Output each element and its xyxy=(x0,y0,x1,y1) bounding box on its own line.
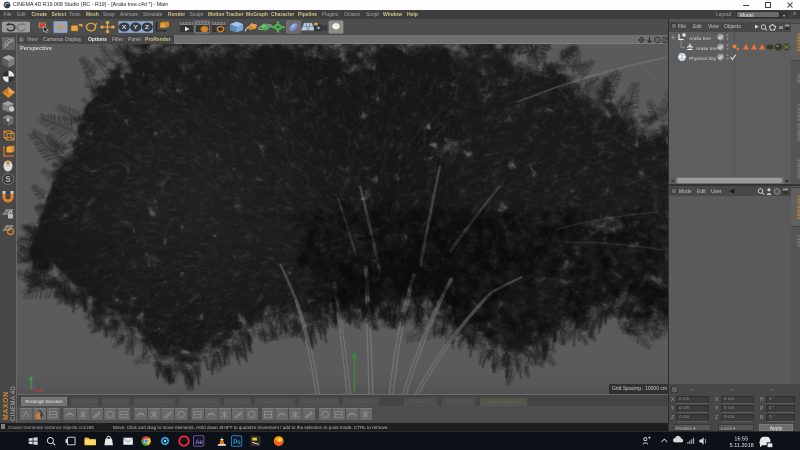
svg-text:Z: Z xyxy=(145,25,149,31)
svg-text:S: S xyxy=(5,175,11,184)
svg-text:16:55: 16:55 xyxy=(734,437,748,443)
svg-text:Y: Y xyxy=(133,25,138,31)
svg-text:Physical Sky: Physical Sky xyxy=(689,56,717,62)
svg-text:5.11.2018: 5.11.2018 xyxy=(730,443,754,449)
svg-text:Aralia tree: Aralia tree xyxy=(696,46,718,52)
svg-text:Ps: Ps xyxy=(233,439,240,446)
svg-text:X: X xyxy=(122,25,127,31)
svg-text:Ae: Ae xyxy=(195,439,203,446)
svg-text:Aralia tree: Aralia tree xyxy=(689,36,711,42)
svg-text:MAXON: MAXON xyxy=(3,391,10,420)
